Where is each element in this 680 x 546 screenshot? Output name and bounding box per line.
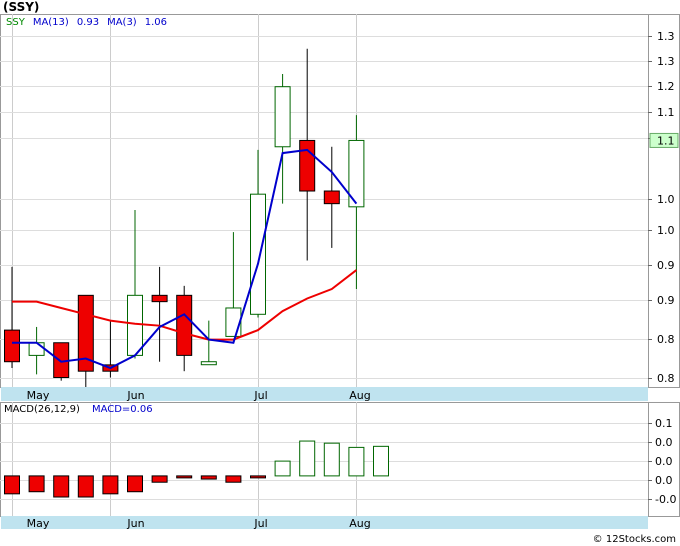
- macd-legend-item: MACD=0.06: [92, 404, 153, 415]
- candle-body: [225, 307, 242, 337]
- candle-body: [250, 193, 266, 315]
- macd-tick-label: 0.0: [655, 455, 673, 468]
- price-tick-label: 0.9: [657, 294, 675, 307]
- macd-bar: [127, 475, 143, 493]
- macd-bar: [348, 446, 365, 477]
- macd-bar: [323, 442, 340, 477]
- macd-date-axis-band: [1, 516, 648, 529]
- macd-bar: [102, 475, 119, 495]
- price-panel-frame: [0, 14, 680, 388]
- price-tick-label: 1.1: [657, 106, 675, 119]
- candle-body: [200, 361, 217, 366]
- price-date-axis-band: [1, 387, 648, 401]
- candle-body: [274, 86, 291, 148]
- price-panel: 1.3 1.3 1.2 1.1 1.1 1.0 1.0 0.9 0.9 0.8 0.8 May Jun J…: [0, 14, 680, 402]
- macd-tick-label: 0.0: [655, 474, 673, 487]
- x-tick-label-macd: Jul: [253, 517, 267, 530]
- macd-bar: [28, 475, 45, 493]
- x-tick-label-macd: May: [27, 517, 50, 530]
- macd-bar: [4, 475, 20, 495]
- price-legend-item: SSY: [6, 17, 26, 28]
- current-price-label: 1.1: [657, 134, 675, 147]
- macd-tick-label: -0.0: [655, 493, 676, 506]
- macd-bar: [77, 475, 94, 498]
- macd-bar: [299, 440, 316, 477]
- price-tick-label: 1.3: [657, 30, 675, 43]
- price-legend-item: 0.93: [77, 17, 99, 28]
- x-tick-label-price: Jul: [253, 389, 267, 402]
- price-tick-label: 1.0: [657, 224, 675, 237]
- macd-legend-item: MACD(26,12,9): [4, 404, 80, 415]
- x-tick-label-price: May: [27, 389, 50, 402]
- macd-bar: [200, 475, 217, 480]
- candle-body: [151, 294, 168, 303]
- candle-body: [127, 294, 143, 356]
- price-tick-label: 1.3: [657, 55, 675, 68]
- candle-body: [176, 294, 193, 356]
- macd-tick-label: 0.1: [655, 417, 673, 430]
- x-tick-label-macd: Jun: [126, 517, 144, 530]
- macd-panel: 0.1 0.0 0.0 0.0 -0.0 May Jun Jul Aug MACD(26,12,9…: [0, 402, 680, 530]
- candle-body: [323, 190, 340, 205]
- price-tick-label: 0.8: [657, 372, 675, 385]
- macd-bar: [53, 475, 70, 498]
- candle-body: [28, 342, 45, 356]
- macd-bar: [373, 445, 389, 477]
- x-tick-label-price: Aug: [349, 389, 370, 402]
- macd-tick-label: 0.0: [655, 436, 673, 449]
- stock-chart: 1.3 1.3 1.2 1.1 1.1 1.0 1.0 0.9 0.9 0.8 0.8 May Jun J…: [0, 14, 680, 530]
- x-tick-label-macd: Aug: [349, 517, 370, 530]
- macd-bar: [274, 460, 291, 477]
- credit-text: © 12Stocks.com: [592, 534, 676, 545]
- x-tick-label-price: Jun: [126, 389, 144, 402]
- macd-bar: [151, 475, 168, 483]
- macd-bar: [176, 475, 193, 479]
- price-tick-label: 0.8: [657, 333, 675, 346]
- macd-bar: [225, 475, 242, 483]
- price-legend-item: 1.06: [145, 17, 167, 28]
- price-tick-label: 0.9: [657, 259, 675, 272]
- macd-bar: [250, 475, 266, 479]
- candle-body: [4, 329, 20, 363]
- price-tick-label: 1.2: [657, 80, 675, 93]
- price-legend-item: MA(13): [33, 17, 69, 28]
- price-tick-label: 1.0: [657, 193, 675, 206]
- ticker-symbol: (SSY): [3, 0, 40, 14]
- candle-body: [299, 139, 316, 192]
- price-legend-item: MA(3): [107, 17, 137, 28]
